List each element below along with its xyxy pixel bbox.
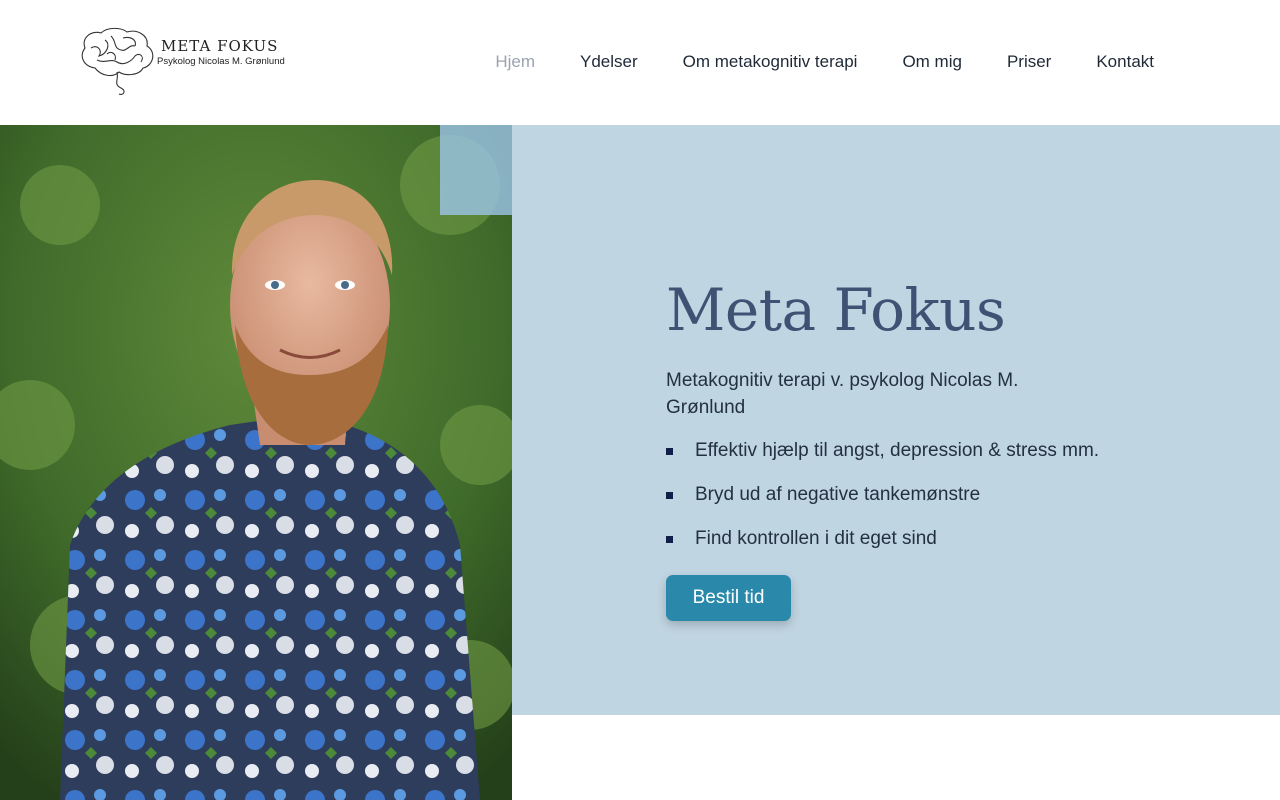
- list-item-label: Bryd ud af negative tankemønstre: [695, 484, 981, 505]
- hero-section: Meta Fokus Metakognitiv terapi v. psykol…: [512, 125, 1280, 715]
- nav-item-hjem[interactable]: Hjem: [495, 52, 535, 72]
- logo-title: META FOKUS: [161, 37, 279, 55]
- hero-content: Meta Fokus Metakognitiv terapi v. psykol…: [666, 275, 1136, 621]
- logo-subtitle: Psykolog Nicolas M. Grønlund: [157, 56, 285, 67]
- square-bullet-icon: [666, 492, 673, 499]
- hero-subtitle: Metakognitiv terapi v. psykolog Nicolas …: [666, 370, 1019, 418]
- list-item-label: Effektiv hjælp til angst, depression & s…: [695, 440, 1100, 461]
- benefit-list: Effektiv hjælp til angst, depression & s…: [666, 439, 1136, 571]
- main-nav: Hjem Ydelser Om metakognitiv terapi Om m…: [495, 52, 1154, 72]
- book-appointment-button[interactable]: Bestil tid: [666, 575, 791, 621]
- square-bullet-icon: [666, 536, 673, 543]
- list-item-label: Find kontrollen i dit eget sind: [695, 528, 937, 549]
- nav-item-priser[interactable]: Priser: [1007, 52, 1051, 72]
- nav-item-kontakt[interactable]: Kontakt: [1096, 52, 1154, 72]
- nav-item-om-metakognitiv-terapi[interactable]: Om metakognitiv terapi: [683, 52, 858, 72]
- hero-title: Meta Fokus: [666, 276, 1006, 344]
- square-bullet-icon: [666, 448, 673, 455]
- nav-item-ydelser[interactable]: Ydelser: [580, 52, 638, 72]
- nav-item-om-mig[interactable]: Om mig: [902, 52, 962, 72]
- site-header: META FOKUS Psykolog Nicolas M. Grønlund …: [0, 0, 1280, 125]
- list-item: Find kontrollen i dit eget sind: [666, 527, 1136, 571]
- brain-line-icon: [81, 27, 154, 95]
- list-item: Bryd ud af negative tankemønstre: [666, 483, 1136, 527]
- portrait-photo: [0, 125, 512, 800]
- list-item: Effektiv hjælp til angst, depression & s…: [666, 439, 1136, 483]
